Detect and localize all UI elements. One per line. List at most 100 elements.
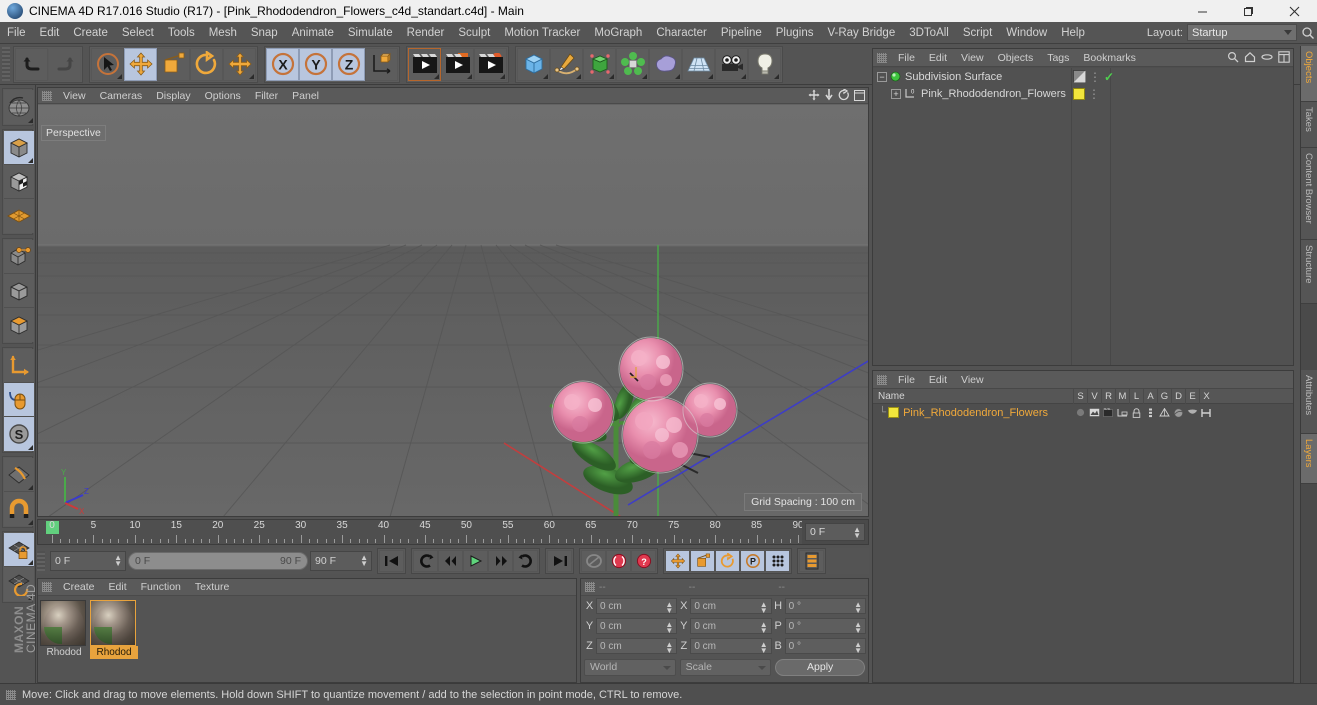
go-to-next-frame-button[interactable] — [488, 550, 513, 572]
texture-axis-button[interactable] — [4, 199, 34, 233]
rotation-key-button[interactable] — [715, 550, 740, 572]
go-to-start-button[interactable] — [379, 550, 404, 572]
add-environment-button[interactable] — [649, 47, 682, 81]
maximize-view-icon[interactable] — [854, 89, 865, 101]
animation-flag-icon[interactable] — [1143, 404, 1157, 421]
vtab-content-browser[interactable]: Content Browser — [1301, 148, 1317, 240]
keyframe-selection-button[interactable]: ? — [631, 550, 656, 572]
viewport-grip-icon[interactable] — [42, 90, 52, 101]
object-menu-file[interactable]: File — [891, 52, 922, 64]
position-y-input[interactable]: 0 cm ▲ ▼ — [596, 618, 678, 635]
menu-item-file[interactable]: File — [0, 22, 33, 44]
menu-item-animate[interactable]: Animate — [285, 22, 341, 44]
play-button[interactable] — [463, 550, 488, 572]
link-icon[interactable] — [1261, 51, 1273, 63]
autokeying-button[interactable] — [606, 550, 631, 572]
size-z-input[interactable]: 0 cm ▲ ▼ — [690, 638, 772, 655]
spinner-icon[interactable]: ▲ ▼ — [853, 526, 861, 540]
menu-item-mograph[interactable]: MoGraph — [587, 22, 649, 44]
spinner-icon[interactable]: ▲ ▼ — [760, 641, 768, 655]
z-axis-lock-button[interactable]: Z — [332, 47, 365, 81]
rotation-p-input[interactable]: 0 ° ▲ ▼ — [784, 618, 866, 635]
end-frame-field[interactable]: 90 F ▲ ▼ — [310, 551, 372, 571]
world-object-coord-button[interactable] — [365, 47, 398, 81]
rotation-h-input[interactable]: 0 ° ▲ ▼ — [784, 598, 866, 615]
viewport-solo-single-button[interactable]: S — [4, 417, 34, 451]
spinner-icon[interactable]: ▲ ▼ — [854, 621, 862, 635]
size-x-input[interactable]: 0 cm ▲ ▼ — [690, 598, 772, 615]
home-icon[interactable] — [1244, 51, 1256, 63]
go-to-previous-frame-button[interactable] — [438, 550, 463, 572]
perspective-viewport[interactable]: View Cameras Display Options Filter Pane… — [37, 87, 869, 517]
material-menu-texture[interactable]: Texture — [188, 581, 236, 593]
go-to-end-button[interactable] — [547, 550, 572, 572]
add-floor-button[interactable] — [682, 47, 715, 81]
menu-item-3dtoall[interactable]: 3DToAll — [902, 22, 956, 44]
record-active-objects-button[interactable] — [581, 550, 606, 572]
material-tag-icon[interactable] — [1073, 87, 1085, 100]
layer-menu-edit[interactable]: Edit — [922, 374, 954, 386]
viewport-menu-panel[interactable]: Panel — [285, 88, 326, 104]
modeling-axis-button[interactable] — [223, 47, 256, 81]
object-menu-objects[interactable]: Objects — [991, 52, 1041, 64]
layer-row[interactable]: └ Pink_Rhododendron_Flowers — [873, 404, 1293, 421]
menu-item-character[interactable]: Character — [649, 22, 714, 44]
select-tool-button[interactable] — [91, 47, 124, 81]
menu-item-create[interactable]: Create — [66, 22, 115, 44]
workplane-button[interactable] — [4, 458, 34, 492]
move-tool-button[interactable] — [124, 47, 157, 81]
object-menu-view[interactable]: View — [954, 52, 991, 64]
edges-mode-button[interactable] — [4, 274, 34, 308]
timeline-current-frame-field[interactable]: 0 F ▲ ▼ — [805, 523, 865, 541]
menu-item-select[interactable]: Select — [115, 22, 161, 44]
layer-menu-file[interactable]: File — [891, 374, 922, 386]
render-region-button[interactable] — [441, 47, 474, 81]
add-cube-button[interactable] — [517, 47, 550, 81]
menu-item-render[interactable]: Render — [400, 22, 452, 44]
menu-item-script[interactable]: Script — [956, 22, 999, 44]
close-button[interactable] — [1271, 0, 1317, 22]
spinner-icon[interactable]: ▲ ▼ — [665, 621, 673, 635]
position-x-input[interactable]: 0 cm ▲ ▼ — [596, 598, 678, 615]
vtab-attributes[interactable]: Attributes — [1301, 370, 1317, 434]
vtab-layers[interactable]: Layers — [1301, 434, 1317, 484]
magnet-snap-button[interactable] — [4, 492, 34, 526]
spinner-icon[interactable]: ▲ ▼ — [665, 641, 673, 655]
size-y-input[interactable]: 0 cm ▲ ▼ — [690, 618, 772, 635]
object-menu-tags[interactable]: Tags — [1040, 52, 1076, 64]
viewport-solo-button[interactable] — [4, 165, 34, 199]
pan-icon[interactable] — [808, 89, 820, 101]
minimize-button[interactable] — [1179, 0, 1225, 22]
go-to-next-key-button[interactable] — [513, 550, 538, 572]
scale-key-button[interactable] — [690, 550, 715, 572]
menu-item-snap[interactable]: Snap — [244, 22, 285, 44]
current-frame-field[interactable]: 0 F ▲ ▼ — [50, 551, 126, 571]
object-menu-bookmarks[interactable]: Bookmarks — [1076, 52, 1143, 64]
polygons-mode-button[interactable] — [4, 308, 34, 342]
object-axis-button[interactable] — [4, 349, 34, 383]
menu-item-help[interactable]: Help — [1054, 22, 1092, 44]
coordinates-grip-icon[interactable] — [585, 582, 595, 592]
toolbar-grip[interactable] — [2, 47, 10, 81]
object-tree-row[interactable]: + 0 Pink_Rhododendron_Flowers ⋮ — [873, 85, 1293, 102]
coordinate-system-select[interactable]: World — [584, 658, 676, 676]
material-item[interactable]: Rhodod — [40, 600, 88, 659]
live-selection-button[interactable] — [4, 90, 34, 124]
material-menu-create[interactable]: Create — [56, 581, 102, 593]
object-tree[interactable]: − Subdivision Surface ⋮ ✓ + 0 Pink_Rhodo… — [873, 68, 1293, 365]
enable-axis-button[interactable] — [4, 383, 34, 417]
visible-flag-icon[interactable] — [1087, 404, 1101, 421]
menu-item-edit[interactable]: Edit — [33, 22, 67, 44]
menu-item-simulate[interactable]: Simulate — [341, 22, 400, 44]
status-grip-icon[interactable] — [6, 689, 16, 700]
material-grip-icon[interactable] — [42, 582, 52, 592]
rotate-view-icon[interactable] — [838, 89, 850, 101]
object-manager-grip-icon[interactable] — [877, 52, 887, 63]
menu-item-vray-bridge[interactable]: V-Ray Bridge — [820, 22, 902, 44]
viewport-menu-view[interactable]: View — [56, 88, 93, 104]
x-axis-lock-button[interactable]: X — [266, 47, 299, 81]
search-icon[interactable] — [1301, 26, 1315, 40]
viewport-menu-display[interactable]: Display — [149, 88, 197, 104]
undo-button[interactable] — [15, 47, 48, 81]
points-mode-button[interactable] — [4, 240, 34, 274]
